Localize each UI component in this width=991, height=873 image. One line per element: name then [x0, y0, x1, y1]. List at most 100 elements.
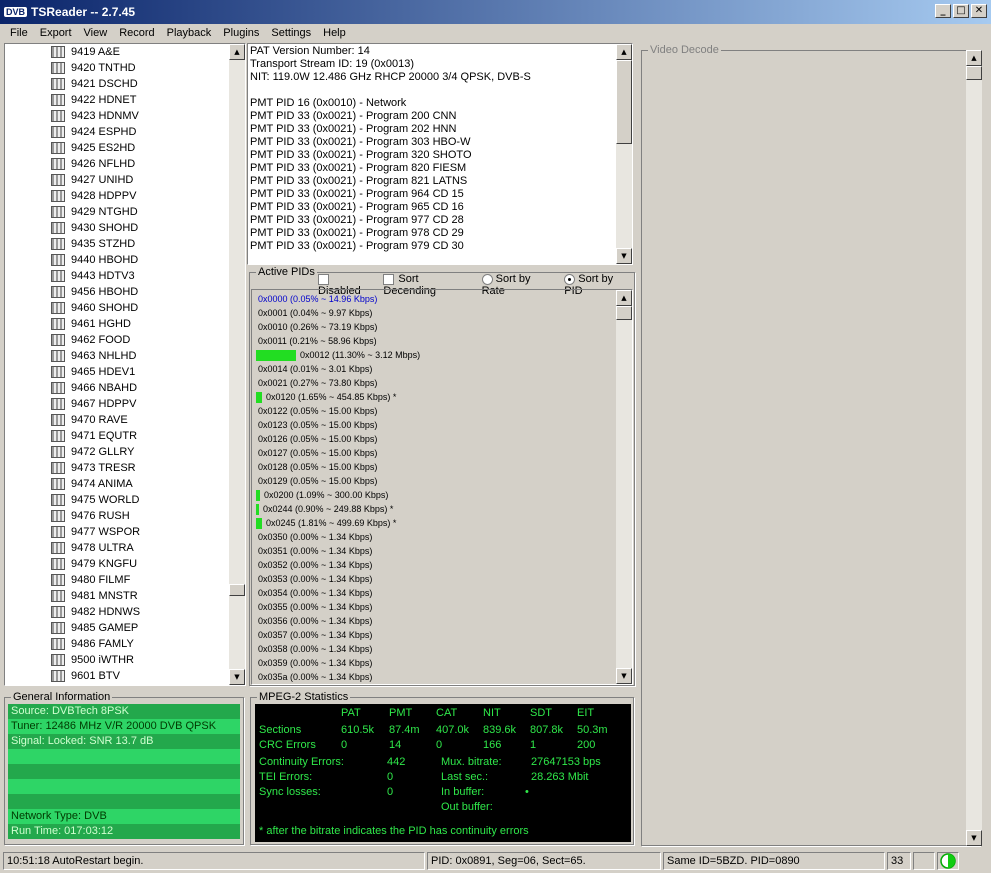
scroll-down-icon[interactable]: ▼ [229, 669, 245, 685]
pid-row[interactable]: 0x0128 (0.05% ~ 15.00 Kbps) [252, 460, 616, 474]
tree-item-program[interactable]: 9428 HDPPV [5, 188, 229, 204]
tree-item-program[interactable]: 9456 HBOHD [5, 284, 229, 300]
pid-row[interactable]: 0x0356 (0.00% ~ 1.34 Kbps) [252, 614, 616, 628]
tree-item-program[interactable]: 9476 RUSH [5, 508, 229, 524]
tree-item-program[interactable]: 9421 DSCHD [5, 76, 229, 92]
tree-item-program[interactable]: 9462 FOOD [5, 332, 229, 348]
video-scrollbar[interactable]: ▲ ▼ [966, 50, 982, 846]
tree-item-program[interactable]: 9467 HDPPV [5, 396, 229, 412]
tree-item-program[interactable]: 9466 NBAHD [5, 380, 229, 396]
pid-row[interactable]: 0x0010 (0.26% ~ 73.19 Kbps) [252, 320, 616, 334]
pids-scrollbar[interactable]: ▲ ▼ [616, 290, 632, 684]
tree-item-program[interactable]: 9479 KNGFU [5, 556, 229, 572]
tree-item-program[interactable]: 9474 ANIMA [5, 476, 229, 492]
menu-playback[interactable]: Playback [161, 27, 218, 39]
tree-item-program[interactable]: 9430 SHOHD [5, 220, 229, 236]
pid-row[interactable]: 0x0001 (0.04% ~ 9.97 Kbps) [252, 306, 616, 320]
pid-row[interactable]: 0x0352 (0.00% ~ 1.34 Kbps) [252, 558, 616, 572]
tree-item-program[interactable]: 9440 HBOHD [5, 252, 229, 268]
pid-row[interactable]: 0x035a (0.00% ~ 1.34 Kbps) [252, 670, 616, 684]
tree-item-program[interactable]: 9420 TNTHD [5, 60, 229, 76]
pid-row[interactable]: 0x0122 (0.05% ~ 15.00 Kbps) [252, 404, 616, 418]
tree-item-label: 9421 DSCHD [71, 78, 138, 90]
tree-item-program[interactable]: 9481 MNSTR [5, 588, 229, 604]
pid-row[interactable]: 0x0014 (0.01% ~ 3.01 Kbps) [252, 362, 616, 376]
pid-row[interactable]: 0x0244 (0.90% ~ 249.88 Kbps) * [252, 502, 616, 516]
tree-item-program[interactable]: 9443 HDTV3 [5, 268, 229, 284]
tree-item-program[interactable]: 9463 NHLHD [5, 348, 229, 364]
scroll-thumb[interactable] [229, 584, 245, 596]
scroll-thumb[interactable] [966, 66, 982, 80]
pid-row[interactable]: 0x0350 (0.00% ~ 1.34 Kbps) [252, 530, 616, 544]
pat-info-panel[interactable]: PAT Version Number: 14 Transport Stream I… [247, 43, 633, 265]
tree-item-program[interactable]: 9477 WSPOR [5, 524, 229, 540]
pid-row[interactable]: 0x0120 (1.65% ~ 454.85 Kbps) * [252, 390, 616, 404]
tree-item-program[interactable]: 9500 iWTHR [5, 652, 229, 668]
pid-row[interactable]: 0x0359 (0.00% ~ 1.34 Kbps) [252, 656, 616, 670]
pid-row[interactable]: 0x0129 (0.05% ~ 15.00 Kbps) [252, 474, 616, 488]
tree-item-program[interactable]: 9473 TRESR [5, 460, 229, 476]
pid-row[interactable]: 0x0011 (0.21% ~ 58.96 Kbps) [252, 334, 616, 348]
tree-item-program[interactable]: 9427 UNIHD [5, 172, 229, 188]
tree-item-program[interactable]: 9480 FILMF [5, 572, 229, 588]
scroll-down-icon[interactable]: ▼ [616, 248, 632, 264]
scroll-thumb[interactable] [616, 60, 632, 144]
tree-item-program[interactable]: 9435 STZHD [5, 236, 229, 252]
tree-item-program[interactable]: 9485 GAMEP [5, 620, 229, 636]
program-tree[interactable]: 9419 A&E 9420 TNTHD 9421 DSCHD 9422 HDNET 94… [4, 43, 246, 686]
close-button[interactable]: ✕ [971, 4, 987, 18]
pid-row[interactable]: 0x0021 (0.27% ~ 73.80 Kbps) [252, 376, 616, 390]
tree-item-program[interactable]: 9422 HDNET [5, 92, 229, 108]
pid-row[interactable]: 0x0353 (0.00% ~ 1.34 Kbps) [252, 572, 616, 586]
pid-row[interactable]: 0x0127 (0.05% ~ 15.00 Kbps) [252, 446, 616, 460]
menu-export[interactable]: Export [34, 27, 78, 39]
tree-item-program[interactable]: 9465 HDEV1 [5, 364, 229, 380]
tree-item-program[interactable]: 9482 HDNWS [5, 604, 229, 620]
menu-file[interactable]: File [4, 27, 34, 39]
scroll-up-icon[interactable]: ▲ [616, 290, 632, 306]
menu-view[interactable]: View [78, 27, 114, 39]
tree-item-program[interactable]: 9472 GLLRY [5, 444, 229, 460]
scroll-down-icon[interactable]: ▼ [966, 830, 982, 846]
pid-row[interactable]: 0x0351 (0.00% ~ 1.34 Kbps) [252, 544, 616, 558]
tree-item-program[interactable]: 9419 A&E [5, 44, 229, 60]
scroll-thumb[interactable] [616, 306, 632, 320]
tree-item-program[interactable]: 9470 RAVE [5, 412, 229, 428]
tree-item-program[interactable]: 9461 HGHD [5, 316, 229, 332]
maximize-button[interactable]: □ [953, 4, 969, 18]
tree-scrollbar[interactable]: ▲ ▼ [229, 44, 245, 685]
pid-row[interactable]: 0x0200 (1.09% ~ 300.00 Kbps) [252, 488, 616, 502]
scroll-up-icon[interactable]: ▲ [229, 44, 245, 60]
tree-item-program[interactable]: 9460 SHOHD [5, 300, 229, 316]
pid-row[interactable]: 0x0358 (0.00% ~ 1.34 Kbps) [252, 642, 616, 656]
tree-item-program[interactable]: 9429 NTGHD [5, 204, 229, 220]
pid-row[interactable]: 0x0126 (0.05% ~ 15.00 Kbps) [252, 432, 616, 446]
minimize-button[interactable]: _ [935, 4, 951, 18]
tree-item-program[interactable]: 9471 EQUTR [5, 428, 229, 444]
pid-row[interactable]: 0x0245 (1.81% ~ 499.69 Kbps) * [252, 516, 616, 530]
tree-item-program[interactable]: 9423 HDNMV [5, 108, 229, 124]
tree-item-program[interactable]: 9425 ES2HD [5, 140, 229, 156]
tree-item-program[interactable]: 9424 ESPHD [5, 124, 229, 140]
scroll-up-icon[interactable]: ▲ [966, 50, 982, 66]
pid-row[interactable]: 0x0000 (0.05% ~ 14.96 Kbps) [252, 292, 616, 306]
tree-item-program[interactable]: 9486 FAMLY [5, 636, 229, 652]
tree-item-label: 9456 HBOHD [71, 286, 139, 298]
pid-row[interactable]: 0x0357 (0.00% ~ 1.34 Kbps) [252, 628, 616, 642]
menu-plugins[interactable]: Plugins [217, 27, 265, 39]
tree-item-program[interactable]: 9426 NFLHD [5, 156, 229, 172]
pid-row[interactable]: 0x0355 (0.00% ~ 1.34 Kbps) [252, 600, 616, 614]
pid-row[interactable]: 0x0012 (11.30% ~ 3.12 Mbps) [252, 348, 616, 362]
tree-item-program[interactable]: 9478 ULTRA [5, 540, 229, 556]
tree-item-program[interactable]: 9601 BTV [5, 668, 229, 684]
program-chip-icon [51, 670, 65, 682]
menu-help[interactable]: Help [317, 27, 352, 39]
pat-scrollbar[interactable]: ▲ ▼ [616, 44, 632, 264]
scroll-up-icon[interactable]: ▲ [616, 44, 632, 60]
menu-record[interactable]: Record [113, 27, 160, 39]
pid-row[interactable]: 0x0123 (0.05% ~ 15.00 Kbps) [252, 418, 616, 432]
tree-item-program[interactable]: 9475 WORLD [5, 492, 229, 508]
scroll-down-icon[interactable]: ▼ [616, 668, 632, 684]
menu-settings[interactable]: Settings [265, 27, 317, 39]
pid-row[interactable]: 0x0354 (0.00% ~ 1.34 Kbps) [252, 586, 616, 600]
